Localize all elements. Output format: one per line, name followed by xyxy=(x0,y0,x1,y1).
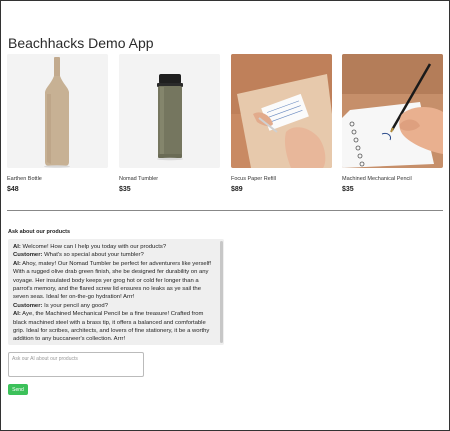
chat-message: AI: Aye, the Machined Mechanical Pencil … xyxy=(13,310,216,344)
product-price: $48 xyxy=(7,186,19,193)
paper-refill-image[interactable] xyxy=(231,54,332,168)
chat-text: What's so special about your tumbler? xyxy=(44,252,144,259)
product-price: $35 xyxy=(119,186,131,193)
product-card[interactable]: Machined Mechanical Pencil $35 xyxy=(342,54,443,193)
section-divider xyxy=(7,210,443,211)
chat-message: Customer: Is your pencil any good? xyxy=(13,302,216,310)
pencil-image[interactable] xyxy=(342,54,443,168)
chat-speaker: Customer: xyxy=(13,252,43,259)
product-card[interactable]: Nomad Tumbler $35 xyxy=(119,54,220,193)
product-grid: Earthen Bottle $48 Nomad Tumbler $35 Foc… xyxy=(7,54,443,194)
app-title: Beachhacks Demo App xyxy=(8,35,154,51)
chat-message: AI: Ahoy, matey! Our Nomad Tumbler be pe… xyxy=(13,260,216,302)
chat-scrollbar[interactable] xyxy=(220,241,223,343)
bottle-illustration xyxy=(7,54,108,168)
chat-text: Aye, the Machined Mechanical Pencil be a… xyxy=(13,311,210,343)
pencil-illustration xyxy=(342,54,443,168)
tumbler-illustration xyxy=(119,54,220,168)
chat-message: AI: Welcome! How can I help you today wi… xyxy=(13,243,216,251)
chat-speaker: AI: xyxy=(13,244,21,250)
chat-text: Ahoy, matey! Our Nomad Tumbler be perfec… xyxy=(13,260,212,301)
product-price: $35 xyxy=(342,186,354,193)
chat-text: Is your pencil any good? xyxy=(44,302,108,309)
product-card[interactable]: Earthen Bottle $48 xyxy=(7,54,108,193)
send-button[interactable]: Send xyxy=(8,384,28,395)
chat-speaker: AI: xyxy=(13,260,21,267)
bottle-image[interactable] xyxy=(7,54,108,168)
product-name[interactable]: Machined Mechanical Pencil xyxy=(342,176,443,182)
paper-refill-illustration xyxy=(231,54,332,168)
chat-speaker: Customer: xyxy=(13,302,43,309)
chat-speaker: AI: xyxy=(13,311,21,318)
chat-input[interactable] xyxy=(8,352,144,377)
product-price: $89 xyxy=(231,186,243,193)
product-name[interactable]: Focus Paper Refill xyxy=(231,176,332,182)
chat-text: Welcome! How can I help you today with o… xyxy=(22,244,167,250)
product-card[interactable]: Focus Paper Refill $89 xyxy=(231,54,332,193)
chat-message: Customer: What's so special about your t… xyxy=(13,251,216,259)
chat-heading: Ask about our products xyxy=(8,229,71,235)
tumbler-image[interactable] xyxy=(119,54,220,168)
product-name[interactable]: Earthen Bottle xyxy=(7,176,108,182)
chat-log[interactable]: AI: Welcome! How can I help you today wi… xyxy=(8,239,224,345)
product-name[interactable]: Nomad Tumbler xyxy=(119,176,220,182)
